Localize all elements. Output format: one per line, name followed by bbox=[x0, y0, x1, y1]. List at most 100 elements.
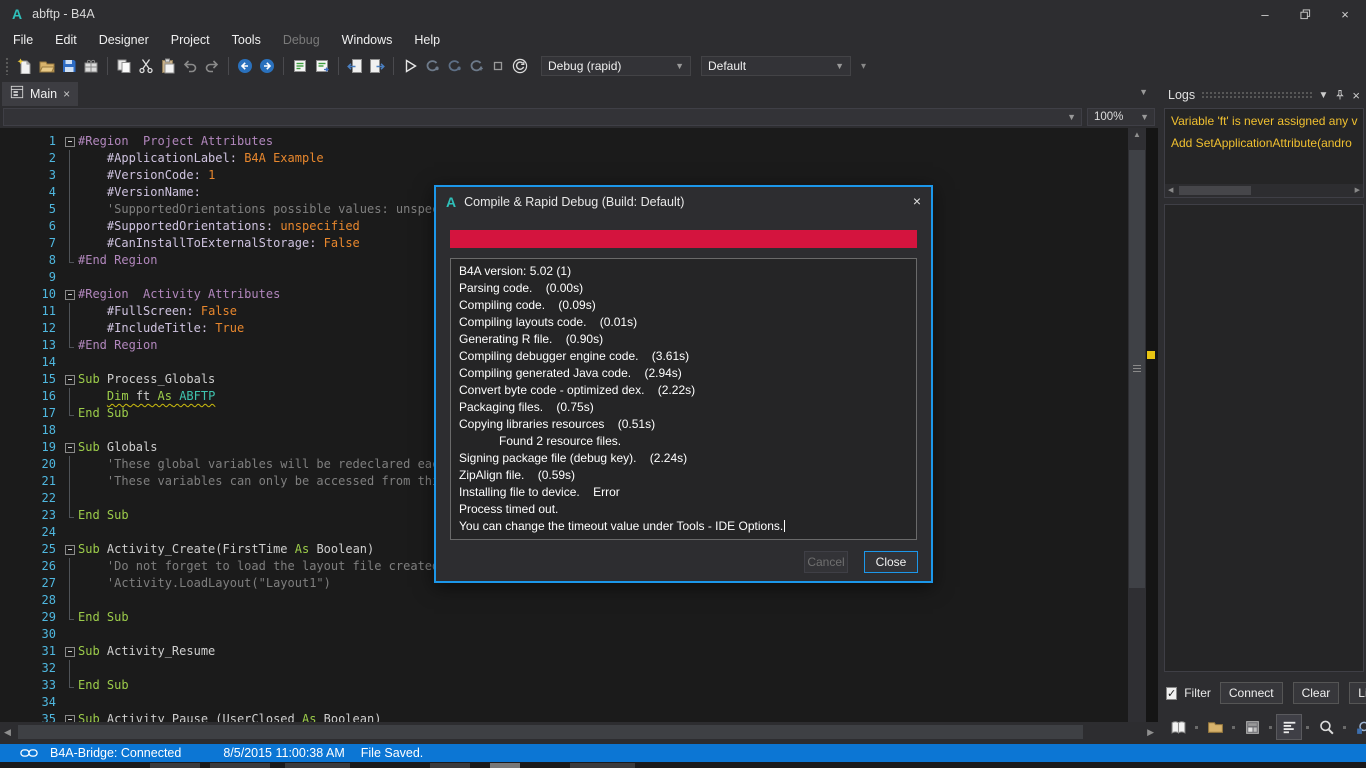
line-number: 29 bbox=[0, 609, 62, 626]
line-number: 2 bbox=[0, 150, 62, 167]
fold-margin bbox=[62, 660, 78, 677]
build-configuration-combo[interactable]: Debug (rapid)▼ bbox=[541, 56, 691, 76]
libraries-icon[interactable] bbox=[1165, 714, 1191, 740]
new-file-icon[interactable] bbox=[14, 55, 36, 77]
uncomment-icon[interactable] bbox=[311, 55, 333, 77]
find-in-files-icon[interactable] bbox=[1350, 714, 1366, 740]
minimize-icon[interactable]: – bbox=[1252, 4, 1278, 24]
fold-toggle[interactable] bbox=[62, 541, 78, 558]
editor-zoom-combo[interactable]: 100% ▼ bbox=[1087, 108, 1155, 126]
copy-icon[interactable] bbox=[113, 55, 135, 77]
list-button[interactable]: List Logs bbox=[1349, 682, 1366, 704]
debug-step-over-icon[interactable] bbox=[443, 55, 465, 77]
open-project-icon[interactable] bbox=[36, 55, 58, 77]
warnings-horizontal-scrollbar[interactable]: ◀ ▶ bbox=[1165, 184, 1363, 197]
panel-drag-grip[interactable] bbox=[1201, 91, 1312, 99]
previous-sub-icon[interactable] bbox=[344, 55, 366, 77]
fold-toggle[interactable] bbox=[62, 711, 78, 722]
run-icon[interactable] bbox=[399, 55, 421, 77]
toolbar-overflow-icon[interactable]: ▾ bbox=[861, 61, 866, 72]
horizontal-scroll-thumb[interactable] bbox=[18, 725, 1083, 739]
clean-project-icon[interactable] bbox=[509, 55, 531, 77]
restore-icon[interactable] bbox=[1292, 4, 1318, 24]
close-button[interactable]: Close bbox=[864, 551, 918, 573]
files-icon[interactable] bbox=[1202, 714, 1228, 740]
fold-margin bbox=[62, 558, 78, 575]
panel-menu-icon[interactable]: ▼ bbox=[1319, 90, 1329, 101]
menu-debug: Debug bbox=[272, 30, 331, 50]
scroll-left-icon[interactable]: ◀ bbox=[1168, 186, 1173, 194]
compile-log-line: ZipAlign file. (0.59s) bbox=[459, 467, 908, 484]
menu-tools[interactable]: Tools bbox=[221, 30, 272, 50]
undo-icon[interactable] bbox=[179, 55, 201, 77]
toolbar-grip[interactable] bbox=[5, 57, 10, 75]
debug-step-out-icon[interactable] bbox=[465, 55, 487, 77]
menu-designer[interactable]: Designer bbox=[88, 30, 160, 50]
document-tab-strip: Main × ▼ bbox=[0, 80, 1158, 106]
menu-windows[interactable]: Windows bbox=[331, 30, 404, 50]
tab-list-dropdown-icon[interactable]: ▼ bbox=[1139, 87, 1148, 97]
save-icon[interactable] bbox=[58, 55, 80, 77]
warning-marker[interactable] bbox=[1147, 351, 1155, 359]
editor-horizontal-scrollbar[interactable]: ◀ ▶ bbox=[0, 722, 1158, 742]
code-line: 32 bbox=[0, 660, 1128, 677]
tab-close-icon[interactable]: × bbox=[63, 87, 70, 101]
warning-message[interactable]: Variable 'ft' is never assigned any v bbox=[1165, 111, 1363, 131]
logs-panel-header[interactable]: Logs ▼ × bbox=[1162, 84, 1366, 106]
line-number: 22 bbox=[0, 490, 62, 507]
logs-icon[interactable] bbox=[1276, 714, 1302, 740]
close-window-icon[interactable]: × bbox=[1332, 4, 1358, 24]
code-line: 2 #ApplicationLabel: B4A Example bbox=[0, 150, 1128, 167]
warning-message[interactable]: Add SetApplicationAttribute(andro bbox=[1165, 133, 1363, 153]
menu-file[interactable]: File bbox=[2, 30, 44, 50]
line-number: 10 bbox=[0, 286, 62, 303]
dialog-title-bar[interactable]: A Compile & Rapid Debug (Build: Default)… bbox=[436, 187, 931, 217]
next-sub-icon[interactable] bbox=[366, 55, 388, 77]
fold-margin bbox=[62, 201, 78, 218]
fold-toggle[interactable] bbox=[62, 439, 78, 456]
redo-icon[interactable] bbox=[201, 55, 223, 77]
warnings-scroll-thumb[interactable] bbox=[1179, 186, 1251, 195]
scroll-right-icon[interactable]: ▶ bbox=[1147, 727, 1154, 738]
log-output-area[interactable] bbox=[1164, 204, 1364, 672]
scroll-right-icon[interactable]: ▶ bbox=[1355, 186, 1360, 194]
fold-toggle[interactable] bbox=[62, 133, 78, 150]
dialog-close-icon[interactable]: × bbox=[913, 193, 921, 209]
cut-icon[interactable] bbox=[135, 55, 157, 77]
fold-margin bbox=[62, 609, 78, 626]
navigate-forward-icon[interactable] bbox=[256, 55, 278, 77]
scroll-left-icon[interactable]: ◀ bbox=[4, 727, 11, 738]
clear-button[interactable]: Clear bbox=[1293, 682, 1340, 704]
build-profile-combo[interactable]: Default▼ bbox=[701, 56, 851, 76]
pin-icon[interactable] bbox=[1334, 89, 1346, 101]
warnings-list[interactable]: Variable 'ft' is never assigned any vAdd… bbox=[1164, 108, 1364, 198]
icon-separator-dot bbox=[1343, 726, 1346, 729]
comment-icon[interactable] bbox=[289, 55, 311, 77]
toolbar-separator bbox=[393, 57, 394, 75]
tab-main[interactable]: Main × bbox=[2, 82, 78, 106]
stop-icon[interactable] bbox=[487, 55, 509, 77]
close-panel-icon[interactable]: × bbox=[1352, 88, 1360, 103]
export-project-icon[interactable] bbox=[80, 55, 102, 77]
scroll-up-icon[interactable]: ▲ bbox=[1128, 130, 1146, 139]
menu-edit[interactable]: Edit bbox=[44, 30, 88, 50]
editor-vertical-scrollbar[interactable]: ▲ bbox=[1128, 128, 1146, 722]
modules-icon[interactable] bbox=[1239, 714, 1265, 740]
line-number: 12 bbox=[0, 320, 62, 337]
vertical-scroll-thumb[interactable] bbox=[1129, 150, 1145, 588]
filter-checkbox[interactable]: ✓ bbox=[1166, 687, 1177, 700]
fold-toggle[interactable] bbox=[62, 286, 78, 303]
toolbar-separator bbox=[283, 57, 284, 75]
find-icon[interactable] bbox=[1313, 714, 1339, 740]
debug-step-into-icon[interactable] bbox=[421, 55, 443, 77]
menu-project[interactable]: Project bbox=[160, 30, 221, 50]
connect-button[interactable]: Connect bbox=[1220, 682, 1283, 704]
paste-icon[interactable] bbox=[157, 55, 179, 77]
fold-margin bbox=[62, 337, 78, 354]
menu-help[interactable]: Help bbox=[403, 30, 451, 50]
fold-toggle[interactable] bbox=[62, 371, 78, 388]
fold-toggle[interactable] bbox=[62, 643, 78, 660]
toolbar-separator bbox=[107, 57, 108, 75]
member-navigation-combo[interactable]: ▼ bbox=[3, 108, 1082, 126]
navigate-back-icon[interactable] bbox=[234, 55, 256, 77]
